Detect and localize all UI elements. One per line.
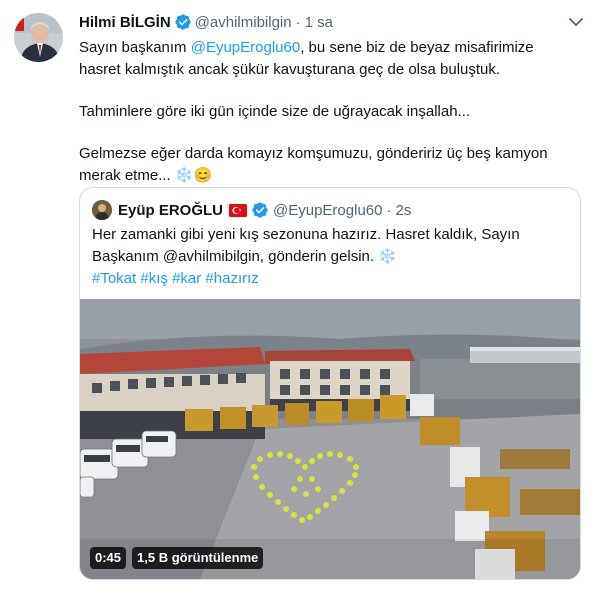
text-segment: Sayın başkanım [79, 39, 191, 56]
quoted-author-avatar [92, 200, 112, 220]
tweet-line: merak etme... ❄️😊 [79, 165, 584, 187]
text-segment: Başkanım @avhilmibilgin, gönderin gelsin… [92, 248, 379, 265]
verified-badge-icon [251, 201, 269, 219]
hashtag-link[interactable]: #hazırız [205, 270, 258, 287]
tweet-timestamp[interactable]: 1 sa [305, 14, 333, 31]
quoted-tweet-header: Eyüp EROĞLU @EyupEroglu60 · 2s [92, 200, 411, 220]
more-options-icon[interactable] [565, 13, 587, 31]
separator-dot: · [295, 13, 301, 31]
turkey-flag-icon [229, 203, 248, 217]
quoted-line: Her zamanki gibi yeni kış sezonuna hazır… [92, 226, 520, 243]
tweet-text: Sayın başkanım @EyupEroglu60, bu sene bi… [79, 37, 584, 187]
tweet-line: Tahminlere göre iki gün içinde size de u… [79, 103, 471, 120]
verified-badge-icon [174, 13, 192, 31]
author-avatar[interactable] [14, 13, 63, 62]
tweet-line: Gelmezse eğer darda komayız komşumuzu, g… [79, 145, 548, 162]
author-handle[interactable]: @avhilmibilgin [195, 14, 292, 31]
hashtag-line: #Tokat #kış #kar #hazırız [92, 268, 572, 290]
quoted-tweet-timestamp: 2s [395, 201, 412, 219]
video-duration: 0:45 [90, 547, 127, 569]
hashtag-link[interactable]: #kış [140, 270, 168, 287]
video-thumbnail [80, 299, 580, 579]
text-segment: , bu sene biz de beyaz misafirimize [300, 39, 534, 56]
author-name[interactable]: Hilmi BİLGİN [79, 14, 171, 31]
quoted-line: Başkanım @avhilmibilgin, gönderin gelsin… [92, 246, 572, 268]
hashtag-link[interactable]: #kar [172, 270, 201, 287]
quoted-author-handle: @EyupEroglu60 [273, 201, 383, 219]
quoted-tweet[interactable]: Eyüp EROĞLU @EyupEroglu60 · 2s Her zaman… [79, 187, 581, 580]
mention-link[interactable]: @EyupEroglu60 [191, 39, 300, 56]
quoted-tweet-text: Her zamanki gibi yeni kış sezonuna hazır… [92, 224, 572, 290]
tweet-line: Sayın başkanım @EyupEroglu60, bu sene bi… [79, 37, 584, 59]
video-player[interactable]: 0:45 1,5 B görüntülenme [80, 299, 580, 579]
tweet-line: hasret kalmıştık ancak şükür kavuşturana… [79, 61, 501, 78]
separator-dot: · [386, 201, 392, 219]
quoted-author-name: Eyüp EROĞLU [118, 201, 224, 219]
snowflake-emoji: ❄️ [378, 248, 397, 265]
hashtag-link[interactable]: #Tokat [92, 270, 136, 287]
tweet-header: Hilmi BİLGİN @avhilmibilgin · 1 sa [79, 11, 333, 33]
video-view-count: 1,5 B görüntülenme [132, 547, 264, 569]
video-overlay: 0:45 1,5 B görüntülenme [90, 547, 264, 569]
tweet-card[interactable]: Hilmi BİLGİN @avhilmibilgin · 1 sa Sayın… [0, 0, 600, 590]
smile-emoji: 😊 [193, 167, 213, 184]
text-segment: merak etme... [79, 167, 175, 184]
snowflake-emoji: ❄️ [174, 167, 194, 184]
